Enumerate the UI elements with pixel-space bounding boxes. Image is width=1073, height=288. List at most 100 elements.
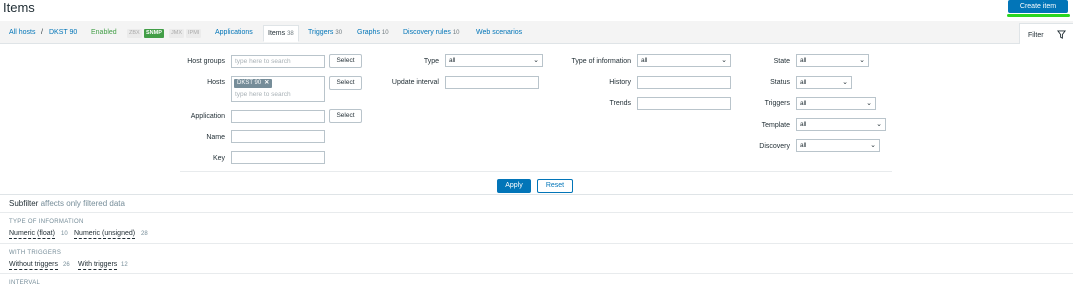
discovery-value: all <box>800 142 807 149</box>
subfilter-note: affects only filtered data <box>40 199 125 208</box>
subfilter-link-numeric-unsigned[interactable]: Numeric (unsigned) <box>74 230 136 239</box>
availability-snmp-tag: SNMP <box>144 29 164 38</box>
state-select[interactable]: all ⌄ <box>796 54 869 67</box>
type-of-information-select[interactable]: all ⌄ <box>637 54 731 67</box>
template-label: Template <box>761 122 790 129</box>
status-value: all <box>800 79 807 86</box>
tab-discovery-rules-label: Discovery rules <box>403 29 451 36</box>
filter-tab-label: Filter <box>1028 32 1044 39</box>
create-item-button[interactable]: Create item <box>1008 0 1068 13</box>
subfilter-header: Subfilter affects only filtered data <box>9 199 125 208</box>
triggers-select[interactable]: all ⌄ <box>796 97 876 110</box>
update-interval-input[interactable] <box>445 76 539 89</box>
type-of-information-label: Type of information <box>571 58 631 65</box>
hosts-label: Hosts <box>207 79 225 86</box>
application-input[interactable] <box>231 110 325 123</box>
host-groups-select-button[interactable]: Select <box>329 54 362 68</box>
tab-discovery-rules[interactable]: Discovery rules 10 <box>403 29 460 36</box>
subfilter-link-with-triggers[interactable]: With triggers <box>78 261 118 270</box>
triggers-label: Triggers <box>764 100 790 107</box>
subfilter-section-title: INTERVAL <box>9 280 41 286</box>
chevron-down-icon: ⌄ <box>866 100 872 107</box>
availability-ipmi-tag: IPMI <box>186 29 202 38</box>
subfilter-count: 28 <box>141 231 148 237</box>
template-value: all <box>800 121 807 128</box>
filter-tab[interactable]: Filter <box>1019 23 1073 44</box>
tab-discovery-rules-count: 10 <box>452 30 460 36</box>
tab-triggers-label: Triggers <box>308 29 334 36</box>
breadcrumb-host[interactable]: DKST 90 <box>49 29 77 36</box>
subfilter-section-title: TYPE OF INFORMATION <box>9 219 84 225</box>
update-interval-label: Update interval <box>391 79 439 86</box>
type-select-value: all <box>449 57 456 64</box>
highlight-underline <box>1007 14 1070 17</box>
name-label: Name <box>206 134 225 141</box>
tab-triggers-count: 30 <box>335 30 343 36</box>
application-label: Application <box>190 113 225 120</box>
chevron-down-icon: ⌄ <box>859 57 865 64</box>
state-value: all <box>800 57 807 64</box>
tab-items[interactable]: Items 38 <box>263 25 299 42</box>
discovery-label: Discovery <box>759 143 790 150</box>
breadcrumb-all-hosts[interactable]: All hosts <box>9 29 35 36</box>
breadcrumb-separator: / <box>41 29 43 36</box>
chevron-down-icon: ⌄ <box>842 79 848 86</box>
subfilter-section-title: WITH TRIGGERS <box>9 250 62 256</box>
template-select[interactable]: all ⌄ <box>796 118 886 131</box>
subfilter-section-with-triggers: WITH TRIGGERS Without triggers 26 With t… <box>0 243 1073 273</box>
availability-jmx-tag: JMX <box>169 29 184 38</box>
subfilter-section-interval: INTERVAL <box>0 273 1073 288</box>
subfilter-count: 10 <box>61 231 68 237</box>
host-chip: DKST 90 ✕ <box>234 79 273 88</box>
subfilter-count: 26 <box>63 262 70 268</box>
tab-web-scenarios-label: Web scenarios <box>476 29 523 36</box>
tab-items-label: Items <box>268 30 286 37</box>
host-status-enabled[interactable]: Enabled <box>91 29 117 36</box>
application-select-button[interactable]: Select <box>329 109 362 123</box>
reset-button[interactable]: Reset <box>537 179 573 193</box>
subfilter-link-numeric-float[interactable]: Numeric (float) <box>9 230 55 239</box>
type-select[interactable]: all ⌄ <box>445 54 543 67</box>
subfilter-link-without-triggers[interactable]: Without triggers <box>9 261 59 270</box>
key-input[interactable] <box>231 151 325 164</box>
subfilter-count: 12 <box>121 262 128 268</box>
availability-zbx-tag: ZBX <box>127 29 142 38</box>
hosts-placeholder: type here to search <box>235 91 291 98</box>
tab-web-scenarios[interactable]: Web scenarios <box>476 29 522 36</box>
history-label: History <box>609 79 631 86</box>
history-input[interactable] <box>637 76 731 89</box>
apply-button[interactable]: Apply <box>497 179 531 193</box>
page-title: Items <box>3 0 35 15</box>
hosts-select-button[interactable]: Select <box>329 76 362 90</box>
tab-applications[interactable]: Applications <box>215 29 253 36</box>
chevron-down-icon: ⌄ <box>870 142 876 149</box>
triggers-value: all <box>800 100 807 107</box>
subfilter-title: Subfilter <box>9 199 39 208</box>
hosts-multiselect[interactable]: DKST 90 ✕ type here to search <box>231 76 325 102</box>
state-label: State <box>773 58 790 65</box>
host-groups-input[interactable]: type here to search <box>231 55 325 68</box>
type-of-information-value: all <box>641 57 648 64</box>
chevron-down-icon: ⌄ <box>533 57 539 64</box>
filter-funnel-icon <box>1057 30 1066 39</box>
host-chip-label: DKST 90 <box>237 80 262 86</box>
status-select[interactable]: all ⌄ <box>796 76 852 89</box>
status-label: Status <box>770 79 790 86</box>
name-input[interactable] <box>231 130 325 143</box>
tab-items-count: 38 <box>287 31 294 37</box>
tab-graphs-label: Graphs <box>357 29 380 36</box>
tab-graphs[interactable]: Graphs 10 <box>357 29 389 36</box>
chevron-down-icon: ⌄ <box>876 121 882 128</box>
trends-label: Trends <box>609 100 631 107</box>
tab-triggers[interactable]: Triggers 30 <box>308 29 342 36</box>
discovery-select[interactable]: all ⌄ <box>796 139 880 152</box>
host-groups-label: Host groups <box>187 58 225 65</box>
trends-input[interactable] <box>637 97 731 110</box>
type-label: Type <box>423 58 439 65</box>
chevron-down-icon: ⌄ <box>721 57 727 64</box>
key-label: Key <box>212 155 225 162</box>
remove-chip-icon[interactable]: ✕ <box>264 80 269 86</box>
tab-graphs-count: 10 <box>381 30 389 36</box>
tab-applications-label: Applications <box>215 29 253 36</box>
filter-divider <box>180 171 892 172</box>
